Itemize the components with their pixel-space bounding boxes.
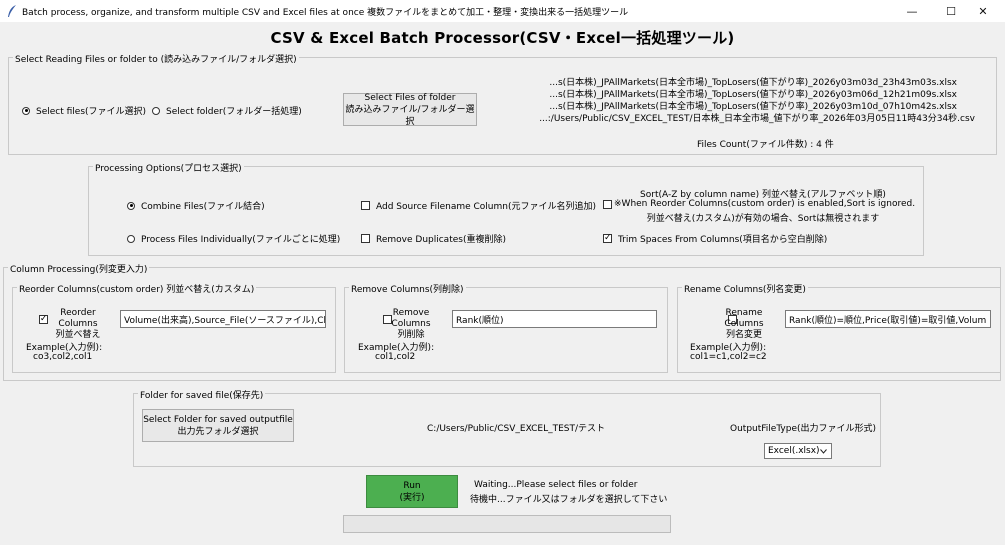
sort-note-en: ※When Reorder Columns(custom order) is e… bbox=[614, 199, 916, 209]
select-folder-radio[interactable]: Select folder(フォルダー括処理) bbox=[152, 104, 302, 117]
remove-duplicates-label: Remove Duplicates(重複削除) bbox=[376, 235, 506, 245]
remove-columns-label: Remove Columns 列削除 bbox=[391, 308, 431, 340]
feather-app-icon bbox=[8, 5, 16, 17]
file-path-4: ...:/Users/Public/CSV_EXCEL_TEST/日本株_日本全… bbox=[539, 114, 975, 124]
status-text-ja: 待機中...ファイル又はフォルダを選択して下さい bbox=[470, 495, 668, 505]
select-files-radio[interactable]: Select files(ファイル選択) bbox=[22, 104, 146, 117]
add-source-filename-label: Add Source Filename Column(元ファイル名列追加) bbox=[376, 202, 596, 212]
reading-files-legend: Select Reading Files or folder to (読み込みフ… bbox=[13, 52, 299, 65]
run-button[interactable]: Run (実行) bbox=[366, 475, 458, 508]
radio-selected-icon bbox=[22, 106, 30, 115]
progress-bar bbox=[343, 515, 671, 533]
close-button[interactable]: ✕ bbox=[960, 0, 1005, 22]
window-title: Batch process, organize, and transform m… bbox=[22, 8, 629, 18]
process-individually-label: Process Files Individually(ファイルごとに処理) bbox=[141, 235, 341, 245]
remove-columns-input[interactable]: Rank(順位) bbox=[452, 310, 657, 328]
app-title: CSV & Excel Batch Processor(CSV・Excel一括処… bbox=[270, 29, 735, 47]
process-individually-radio[interactable]: Process Files Individually(ファイルごとに処理) bbox=[127, 232, 340, 245]
combine-files-radio[interactable]: Combine Files(ファイル結合) bbox=[127, 199, 265, 212]
files-count: Files Count(ファイル件数) : 4 件 bbox=[697, 140, 834, 150]
checkbox-empty-icon bbox=[361, 234, 370, 243]
status-text-en: Waiting...Please select files or folder bbox=[474, 480, 638, 490]
column-processing-legend: Column Processing(列変更入力) bbox=[8, 262, 150, 275]
reorder-columns-label: Reorder Columns 列並べ替え bbox=[55, 308, 101, 340]
sort-checkbox[interactable] bbox=[603, 200, 612, 209]
trim-spaces-checkbox[interactable]: ✓ Trim Spaces From Columns(項目名から空白削除) bbox=[603, 232, 827, 245]
output-type-select[interactable]: Excel(.xlsx) bbox=[764, 443, 832, 459]
radio-unselected-icon bbox=[152, 106, 160, 115]
rename-columns-legend: Rename Columns(列名変更) bbox=[682, 282, 808, 295]
title-bar: Batch process, organize, and transform m… bbox=[0, 0, 1005, 22]
output-type-value: Excel(.xlsx) bbox=[768, 446, 820, 456]
remove-columns-legend: Remove Columns(列削除) bbox=[349, 282, 466, 295]
checkbox-checked-icon: ✓ bbox=[603, 233, 612, 243]
sort-note-ja: 列並べ替え(カスタム)が有効の場合、Sortは無視されます bbox=[646, 214, 880, 224]
select-files-button[interactable]: Select Files of folder 読み込みファイル/フォルダー選択 bbox=[343, 93, 477, 127]
saved-folder-legend: Folder for saved file(保存先) bbox=[138, 388, 266, 401]
reorder-columns-input[interactable]: Volume(出来高),Source_File(ソースファイル),Char bbox=[120, 310, 326, 328]
rename-columns-label: Rename Columns 列名変更 bbox=[724, 308, 764, 340]
select-folder-label: Select folder(フォルダー括処理) bbox=[166, 107, 302, 117]
chevron-down-icon bbox=[820, 449, 827, 454]
select-output-folder-button[interactable]: Select Folder for saved outputfile 出力先フォ… bbox=[142, 409, 294, 442]
trim-spaces-label: Trim Spaces From Columns(項目名から空白削除) bbox=[618, 235, 828, 245]
output-folder-path: C:/Users/Public/CSV_EXCEL_TEST/テスト bbox=[427, 424, 606, 434]
reorder-columns-legend: Reorder Columns(custom order) 列並べ替え(カスタム… bbox=[17, 282, 257, 295]
select-files-label: Select files(ファイル選択) bbox=[36, 107, 147, 117]
radio-selected-icon bbox=[127, 201, 135, 210]
processing-options-legend: Processing Options(プロセス選択) bbox=[93, 161, 244, 174]
radio-unselected-icon bbox=[127, 234, 135, 243]
rename-columns-input[interactable]: Rank(順位)=順位,Price(取引値)=取引値,Volum bbox=[785, 310, 991, 328]
reorder-example: co3,col2,col1 bbox=[33, 352, 93, 362]
remove-example: col1,col2 bbox=[375, 352, 416, 362]
combine-files-label: Combine Files(ファイル結合) bbox=[141, 202, 265, 212]
remove-duplicates-checkbox[interactable]: Remove Duplicates(重複削除) bbox=[361, 232, 506, 245]
output-type-label: OutputFileType(出力ファイル形式) bbox=[730, 424, 877, 434]
checkbox-empty-icon bbox=[361, 201, 370, 210]
rename-example: col1=c1,col2=c2 bbox=[690, 352, 767, 362]
add-source-filename-checkbox[interactable]: Add Source Filename Column(元ファイル名列追加) bbox=[361, 199, 596, 212]
